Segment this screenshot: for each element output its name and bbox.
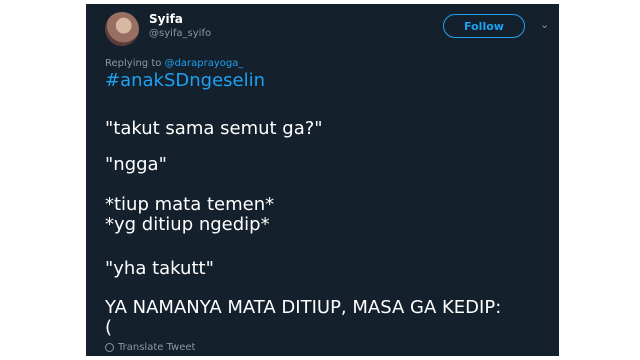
display-name[interactable]: Syifa: [149, 12, 183, 26]
tweet-card: Syifa @syifa_syifo Follow ⌄ Replying to …: [86, 4, 559, 356]
avatar[interactable]: [105, 12, 139, 46]
globe-icon: [105, 343, 114, 352]
tweet-line: "yha takutt": [105, 258, 214, 279]
replying-mention-link[interactable]: @daraprayoga_: [165, 58, 244, 69]
user-handle[interactable]: @syifa_syifo: [149, 28, 211, 39]
replying-to-line: Replying to @daraprayoga_: [105, 58, 243, 69]
tweet-line: *yg ditiup ngedip*: [105, 214, 270, 235]
tweet-line: YA NAMANYA MATA DITIUP, MASA GA KEDIP:: [105, 297, 502, 318]
tweet-line: (: [105, 317, 113, 338]
translate-label: Translate Tweet: [118, 342, 196, 353]
translate-tweet-link[interactable]: Translate Tweet: [105, 342, 195, 353]
replying-prefix: Replying to: [105, 58, 162, 69]
tweet-line: "ngga": [105, 154, 167, 175]
tweet-line: "takut sama semut ga?": [105, 118, 323, 139]
hashtag-link[interactable]: #anakSDngeselin: [105, 70, 265, 91]
chevron-down-icon[interactable]: ⌄: [540, 18, 552, 31]
follow-button[interactable]: Follow: [443, 14, 525, 38]
tweet-line: *tiup mata temen*: [105, 194, 275, 215]
